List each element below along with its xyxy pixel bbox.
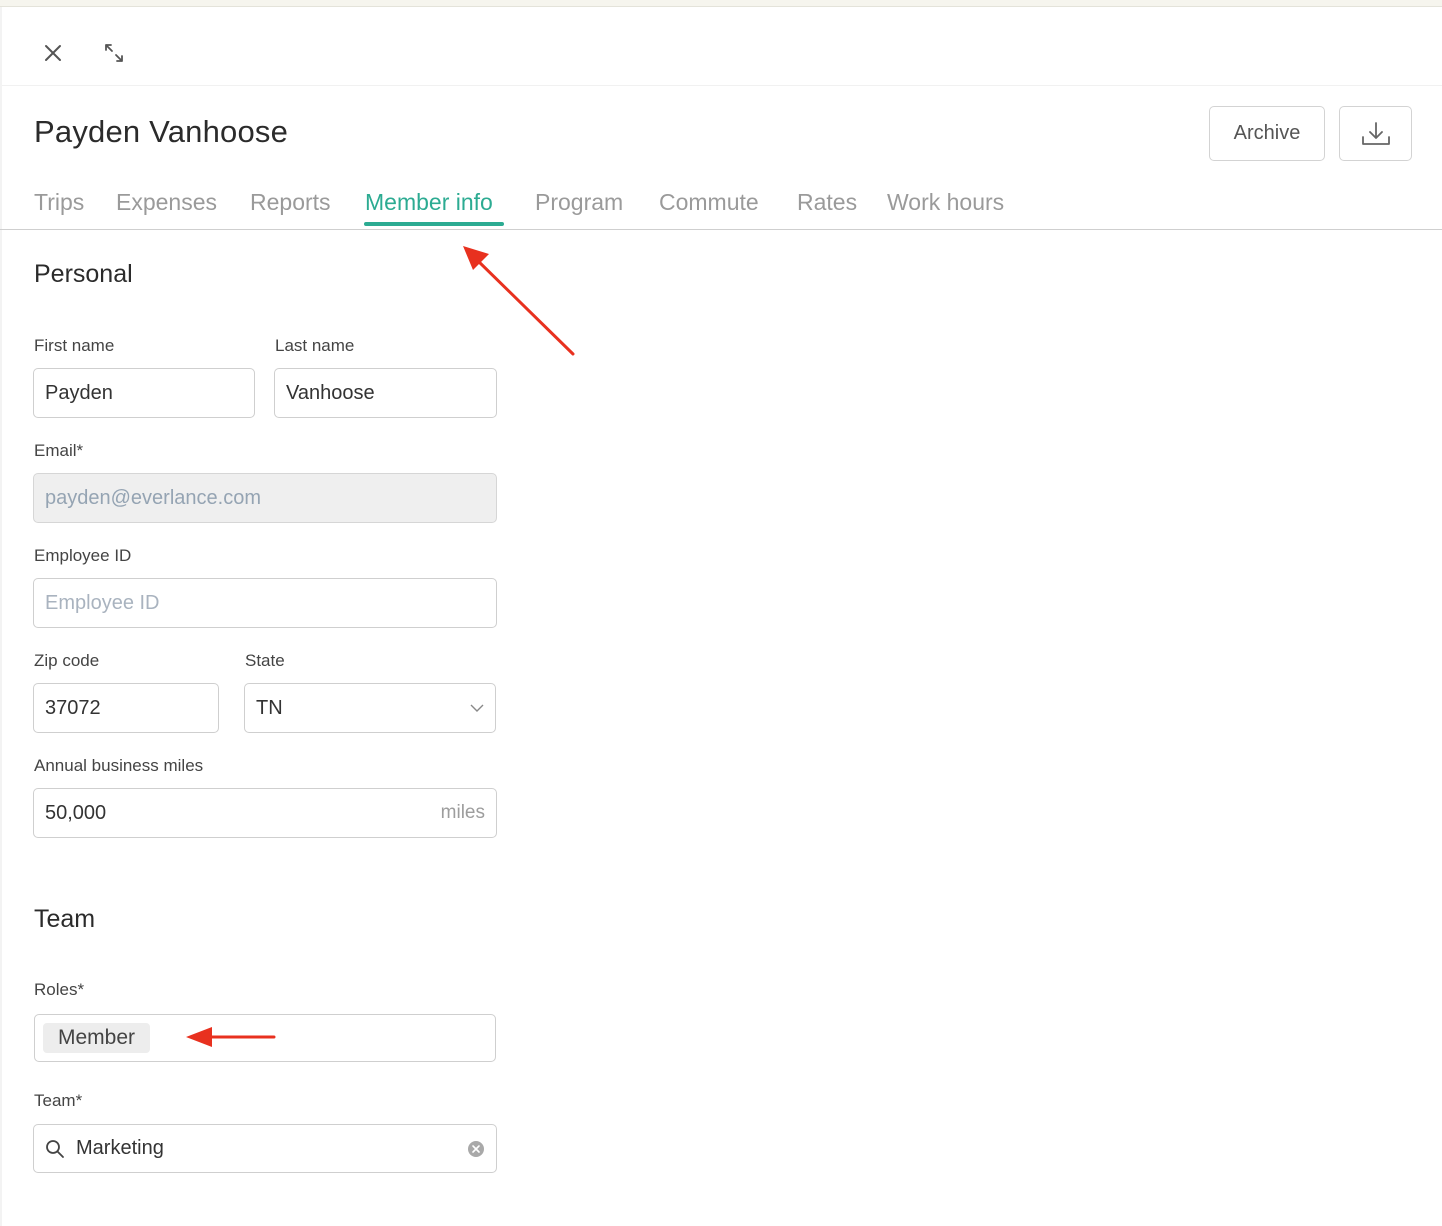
tab-program[interactable]: Program <box>535 189 623 216</box>
chevron-down-icon <box>470 703 484 713</box>
annual-miles-field[interactable]: 50,000 miles <box>33 788 497 838</box>
window-top-edge <box>0 0 1442 7</box>
zip-code-field[interactable]: 37072 <box>33 683 219 733</box>
annotation-arrow-tab <box>463 246 575 356</box>
last-name-field[interactable]: Vanhoose <box>274 368 497 418</box>
tab-expenses[interactable]: Expenses <box>116 189 217 216</box>
email-value: payden@everlance.com <box>45 486 261 509</box>
annotation-arrow-role <box>186 1027 276 1047</box>
employee-id-placeholder: Employee ID <box>45 591 160 614</box>
team-search-field[interactable]: Marketing <box>33 1124 497 1173</box>
last-name-value: Vanhoose <box>286 381 375 404</box>
first-name-value: Payden <box>45 381 113 404</box>
download-icon <box>1361 121 1390 145</box>
last-name-label: Last name <box>275 336 355 355</box>
expand-button[interactable] <box>98 37 130 69</box>
clear-icon <box>468 1140 484 1157</box>
team-label: Team* <box>34 1091 83 1110</box>
tab-trips[interactable]: Trips <box>34 189 84 216</box>
tab-reports[interactable]: Reports <box>250 189 331 216</box>
panel-toolbar <box>2 7 1442 86</box>
tab-work-hours[interactable]: Work hours <box>887 189 1004 216</box>
team-value: Marketing <box>76 1137 164 1159</box>
tab-rates[interactable]: Rates <box>797 189 857 216</box>
state-select[interactable]: TN <box>244 683 496 733</box>
expand-icon <box>105 44 123 62</box>
miles-suffix: miles <box>440 802 485 823</box>
download-button[interactable] <box>1339 106 1412 161</box>
roles-label: Roles* <box>34 980 85 999</box>
state-label: State <box>245 651 285 670</box>
employee-id-label: Employee ID <box>34 546 132 565</box>
active-tab-indicator <box>364 222 504 226</box>
search-icon <box>46 1139 64 1158</box>
personal-section-title: Personal <box>34 260 133 288</box>
zip-code-value: 37072 <box>45 696 101 719</box>
close-icon <box>45 45 61 61</box>
team-section-title: Team <box>34 905 96 933</box>
tab-member-info[interactable]: Member info <box>365 189 493 216</box>
annual-miles-value: 50,000 <box>45 801 107 824</box>
close-button[interactable] <box>37 37 69 69</box>
page-title: Payden Vanhoose <box>34 114 289 149</box>
first-name-label: First name <box>34 336 115 355</box>
tab-commute[interactable]: Commute <box>659 189 759 216</box>
tab-bar: Trips Expenses Reports Member info Progr… <box>0 186 1442 230</box>
clear-button[interactable] <box>467 1140 485 1158</box>
first-name-field[interactable]: Payden <box>33 368 255 418</box>
state-value: TN <box>256 696 283 719</box>
zip-code-label: Zip code <box>34 651 100 670</box>
email-label: Email* <box>34 441 84 460</box>
employee-id-field[interactable]: Employee ID <box>33 578 497 628</box>
archive-button[interactable]: Archive <box>1209 106 1325 161</box>
role-chip-member[interactable]: Member <box>43 1023 151 1053</box>
annual-miles-label: Annual business miles <box>34 756 204 775</box>
email-field: payden@everlance.com <box>33 473 497 523</box>
